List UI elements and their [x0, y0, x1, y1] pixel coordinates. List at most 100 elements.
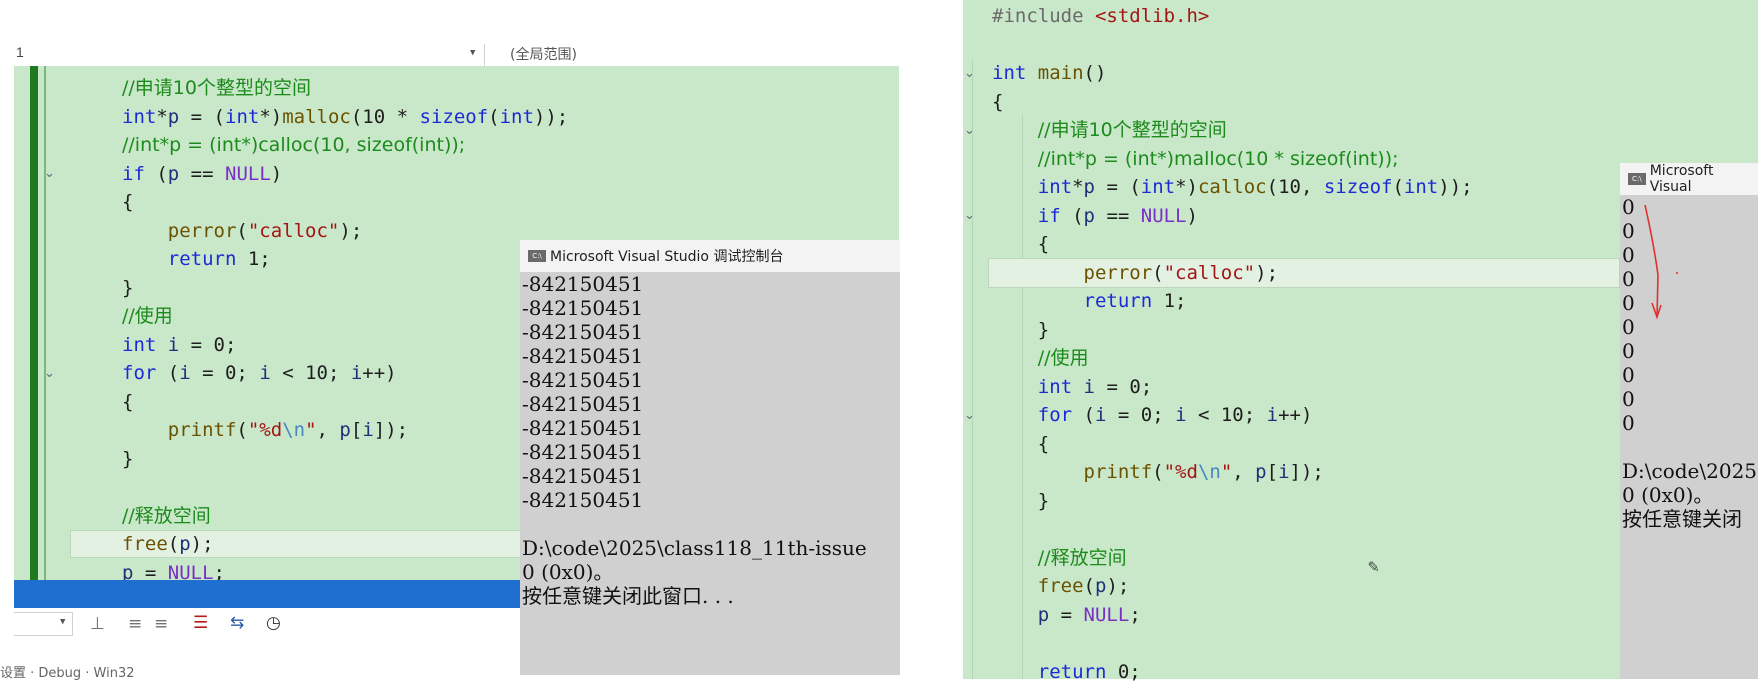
fold-toggle-icon[interactable]: ⌄: [44, 166, 55, 181]
code-token: 0;: [1106, 661, 1140, 683]
code-line[interactable]: //释放空间: [992, 544, 1473, 573]
code-token: i: [179, 362, 190, 384]
code-line[interactable]: //释放空间: [122, 502, 568, 531]
code-line[interactable]: if (p == NULL): [992, 202, 1473, 231]
console-output: -842150451 -842150451 -842150451 -842150…: [520, 272, 900, 608]
code-line[interactable]: return 1;: [992, 287, 1473, 316]
code-token: [992, 575, 1038, 597]
code-token: *: [1072, 176, 1083, 198]
code-token: int: [122, 334, 156, 356]
code-line[interactable]: int main(): [992, 59, 1473, 88]
wrap-icon[interactable]: ⇆: [230, 613, 244, 633]
code-token: }: [122, 448, 133, 470]
code-token: }: [992, 319, 1049, 341]
left-code-lines[interactable]: //申请10个整型的空间 int*p = (int*)malloc(10 * si…: [122, 74, 568, 587]
code-line[interactable]: free(p);: [992, 572, 1473, 601]
code-line[interactable]: int*p = (int*)malloc(10 * sizeof(int));: [122, 103, 568, 132]
code-line[interactable]: perror("calloc");: [122, 217, 568, 246]
code-line[interactable]: [992, 629, 1473, 658]
code-line[interactable]: int*p = (int*)calloc(10, sizeof(int));: [992, 173, 1473, 202]
code-token: {: [122, 191, 133, 213]
code-token: ,: [317, 419, 340, 441]
align-icon[interactable]: ⊥: [90, 614, 105, 634]
code-line[interactable]: }: [992, 316, 1473, 345]
code-token: p: [339, 419, 350, 441]
code-line[interactable]: {: [122, 388, 568, 417]
code-token: [992, 205, 1038, 227]
code-line[interactable]: }: [992, 487, 1473, 516]
code-token: (: [1084, 575, 1095, 597]
debug-console-window[interactable]: C:\ Microsoft Visual Studio 调试控制台 -84215…: [520, 240, 900, 675]
code-line[interactable]: [992, 515, 1473, 544]
code-line[interactable]: //使用: [992, 344, 1473, 373]
console-title-bar[interactable]: C:\ Microsoft Visual: [1620, 163, 1758, 195]
code-line[interactable]: printf("%d\n", p[i]);: [122, 416, 568, 445]
code-token: free: [1038, 575, 1084, 597]
code-line[interactable]: [992, 31, 1473, 60]
code-token: <stdlib.h>: [1095, 5, 1209, 27]
chevron-down-icon[interactable]: ▼: [60, 617, 65, 627]
indent-right-icon[interactable]: ≡: [154, 614, 168, 634]
code-line[interactable]: {: [992, 230, 1473, 259]
code-token: (: [168, 533, 179, 555]
code-token: ++): [1278, 404, 1312, 426]
code-line[interactable]: {: [992, 88, 1473, 117]
change-tracking-bar: [30, 66, 38, 580]
code-line[interactable]: //申请10个整型的空间: [122, 74, 568, 103]
code-token: ]);: [374, 419, 408, 441]
code-token: (): [1084, 62, 1107, 84]
code-token: p: [168, 106, 179, 128]
code-line[interactable]: for (i = 0; i < 10; i++): [122, 359, 568, 388]
code-token: {: [122, 391, 133, 413]
clear-list-icon[interactable]: ☰: [193, 613, 208, 633]
code-line[interactable]: #include <stdlib.h>: [992, 2, 1473, 31]
code-line[interactable]: printf("%d\n", p[i]);: [992, 458, 1473, 487]
code-line[interactable]: //申请10个整型的空间: [992, 116, 1473, 145]
fold-toggle-icon[interactable]: ⌄: [964, 208, 975, 223]
code-token: "calloc": [1164, 262, 1256, 284]
code-token: int: [992, 62, 1026, 84]
code-token: p: [1084, 205, 1095, 227]
fold-toggle-icon[interactable]: ⌄: [44, 366, 55, 381]
fold-toggle-icon[interactable]: ⌄: [964, 408, 975, 423]
code-line[interactable]: int i = 0;: [122, 331, 568, 360]
right-code-lines[interactable]: #include <stdlib.h>int main(){ //申请10个整型…: [992, 2, 1473, 686]
code-token: [: [351, 419, 362, 441]
code-line[interactable]: {: [122, 188, 568, 217]
code-line[interactable]: //使用: [122, 302, 568, 331]
code-line[interactable]: //int*p = (int*)malloc(10 * sizeof(int))…: [992, 145, 1473, 174]
chevron-down-icon[interactable]: ▼: [470, 48, 475, 58]
code-token: [122, 220, 168, 242]
code-token: {: [992, 433, 1049, 455]
indent-left-icon[interactable]: ≡: [128, 614, 142, 634]
code-token: );: [1106, 575, 1129, 597]
code-line[interactable]: for (i = 0; i < 10; i++): [992, 401, 1473, 430]
code-token: );: [1255, 262, 1278, 284]
fold-toggle-icon[interactable]: ⌄: [964, 66, 975, 81]
code-token: ;: [1129, 604, 1140, 626]
code-line[interactable]: //int*p = (int*)calloc(10, sizeof(int));: [122, 131, 568, 160]
outline-guide: [44, 66, 46, 580]
clock-icon[interactable]: ◷: [266, 613, 281, 633]
code-token: [992, 290, 1084, 312]
code-token: p: [1255, 461, 1266, 483]
code-line[interactable]: [122, 473, 568, 502]
code-line[interactable]: }: [122, 274, 568, 303]
code-line[interactable]: return 0;: [992, 658, 1473, 686]
code-line[interactable]: perror("calloc");: [992, 259, 1473, 288]
indent-guide: [972, 60, 973, 679]
code-line[interactable]: {: [992, 430, 1473, 459]
code-line[interactable]: p = NULL;: [992, 601, 1473, 630]
code-token: (: [1152, 461, 1163, 483]
code-line[interactable]: free(p);: [122, 530, 568, 559]
console-title-bar[interactable]: C:\ Microsoft Visual Studio 调试控制台: [520, 240, 900, 272]
code-token: //申请10个整型的空间: [122, 77, 311, 99]
scope-dropdown[interactable]: [14, 44, 485, 66]
code-line[interactable]: if (p == NULL): [122, 160, 568, 189]
fold-toggle-icon[interactable]: ⌄: [964, 123, 975, 138]
scope-label[interactable]: (全局范围): [510, 44, 577, 64]
code-line[interactable]: }: [122, 445, 568, 474]
code-line[interactable]: return 1;: [122, 245, 568, 274]
code-line[interactable]: int i = 0;: [992, 373, 1473, 402]
code-token: [992, 176, 1038, 198]
